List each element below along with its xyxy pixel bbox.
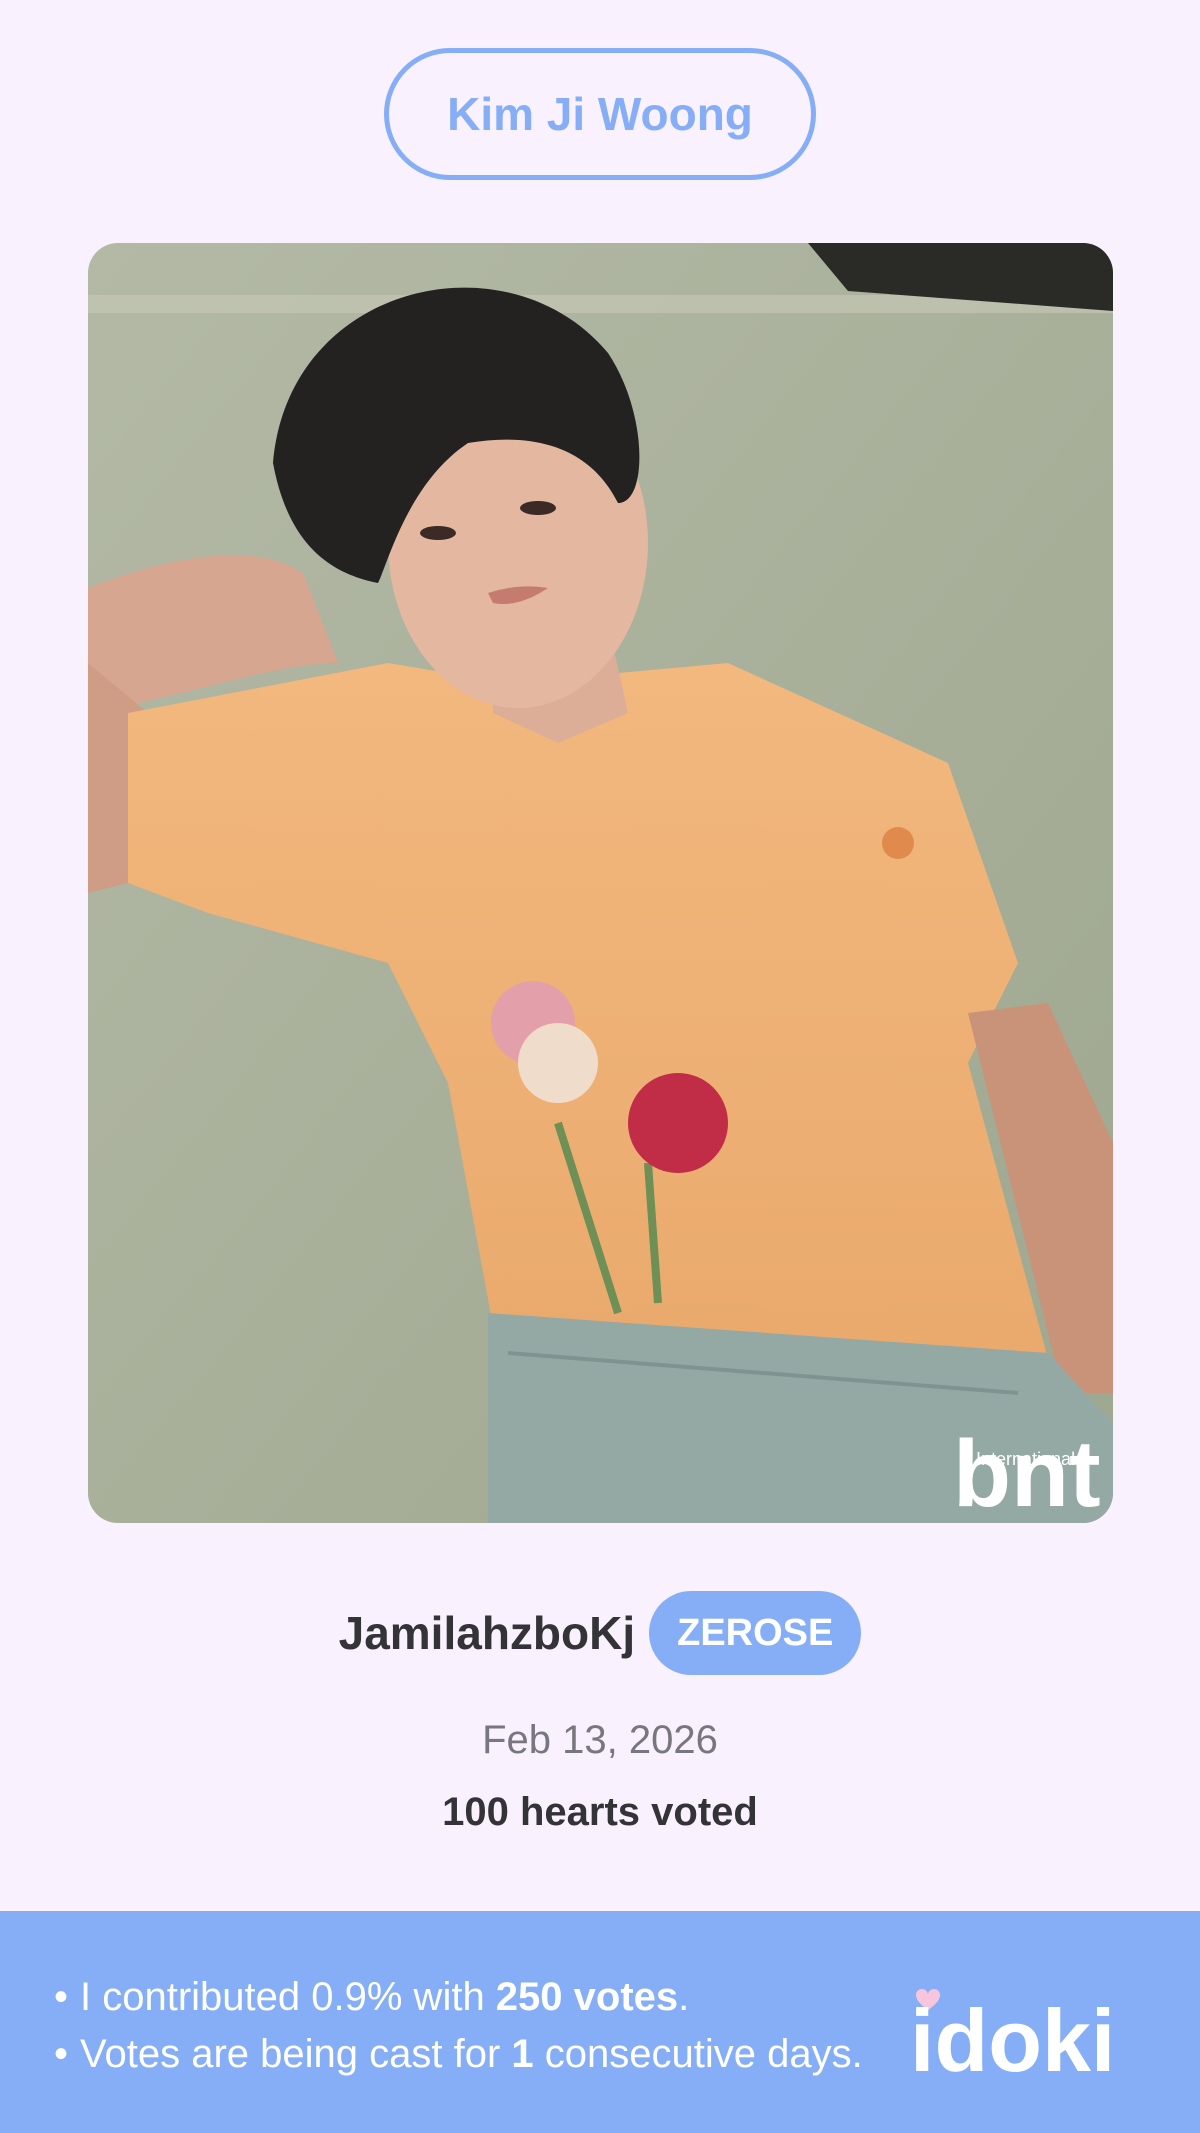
- voter-row: JamilahzboKj ZEROSE: [0, 1590, 1200, 1676]
- fandom-badge-label: ZEROSE: [677, 1611, 834, 1654]
- bullet-icon: •: [54, 1975, 69, 2019]
- username: JamilahzboKj: [338, 1607, 636, 1659]
- idol-name-button[interactable]: Kim Ji Woong: [384, 48, 816, 180]
- idol-name-label: Kim Ji Woong: [447, 88, 753, 140]
- watermark-bnt: bnt: [953, 1421, 1101, 1523]
- idoki-logo-text: idoki: [910, 1991, 1115, 2081]
- votes-count: 250 votes: [495, 1975, 679, 2019]
- vote-date: Feb 13, 2026: [482, 1718, 718, 1762]
- contribution-line: • I contributed 0.9% with 250 votes.: [54, 1975, 690, 2019]
- hearts-voted: 100 hearts voted: [442, 1790, 758, 1834]
- idoki-logo: idoki: [910, 1989, 1115, 2081]
- bullet-icon: •: [54, 2032, 69, 2076]
- streak-count: 1: [511, 2032, 534, 2076]
- idol-photo: International bnt: [88, 243, 1113, 1523]
- contribution-footer: • I contributed 0.9% with 250 votes. • Vot…: [0, 1911, 1200, 2133]
- contribution-summary: • I contributed 0.9% with 250 votes. • Vot…: [54, 1969, 863, 2083]
- fandom-badge: ZEROSE: [649, 1591, 862, 1675]
- streak-line: • Votes are being cast for 1 consecutive …: [54, 2032, 863, 2076]
